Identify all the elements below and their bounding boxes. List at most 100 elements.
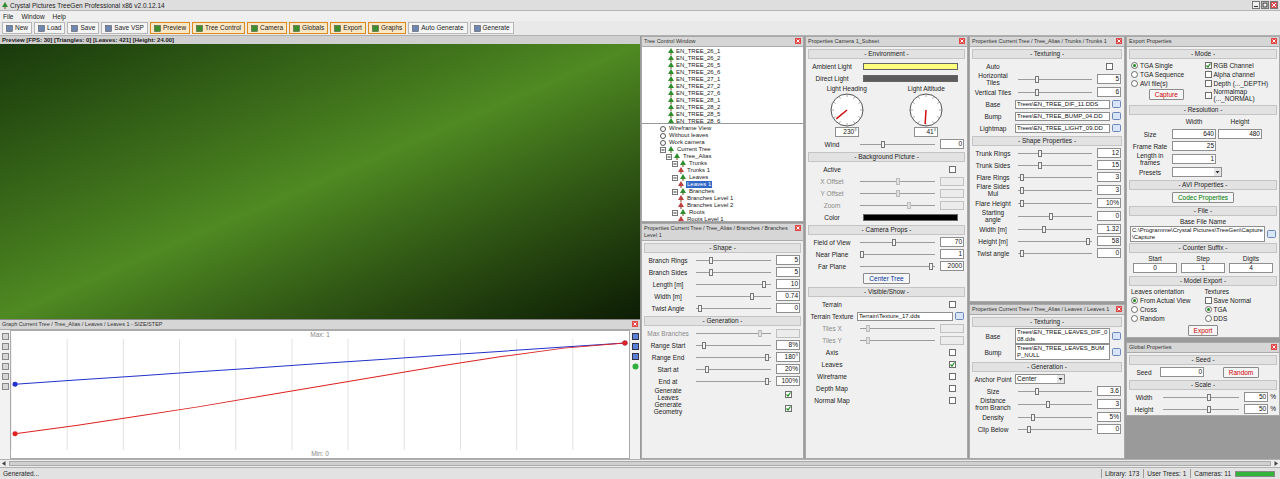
value-field[interactable]: 640	[1172, 129, 1216, 139]
toolbar-button[interactable]: Generate	[470, 22, 514, 34]
slider[interactable]	[1018, 400, 1092, 409]
scene-item[interactable]: Trunks	[660, 160, 803, 167]
browse-icon[interactable]	[1112, 332, 1121, 340]
slider[interactable]	[1018, 75, 1092, 84]
expander-icon[interactable]	[672, 210, 678, 216]
library-item[interactable]: EN_TREE_26_5	[668, 62, 803, 69]
value-field[interactable]: 3	[1097, 185, 1121, 195]
toolbar-button[interactable]: New	[2, 22, 32, 34]
dropdown[interactable]	[1172, 167, 1222, 177]
toolbar-button[interactable]: Graphs	[368, 22, 406, 34]
graph-tool-icon[interactable]	[632, 333, 639, 340]
close-icon[interactable]	[632, 321, 638, 327]
radio-button[interactable]	[1131, 306, 1138, 313]
scene-item[interactable]: Tree_Alias	[660, 153, 803, 160]
toolbar-button[interactable]: Tree Control	[192, 22, 245, 34]
color-swatch[interactable]	[863, 75, 958, 82]
curve-chart[interactable]	[11, 339, 629, 450]
checkbox[interactable]	[1205, 80, 1212, 87]
slider[interactable]	[1018, 173, 1092, 182]
value-field[interactable]: 70	[940, 237, 964, 247]
checkbox[interactable]	[785, 391, 792, 398]
slider[interactable]	[1018, 212, 1092, 221]
file-field[interactable]: Trees\EN_TREE_LIGHT_09.DD	[1015, 124, 1110, 133]
slider[interactable]	[860, 250, 935, 259]
radio-button[interactable]	[1131, 297, 1138, 304]
toolbar-button[interactable]: Preview	[150, 22, 190, 34]
push-button[interactable]: Capture	[1149, 89, 1184, 100]
checkbox[interactable]	[949, 349, 956, 356]
series-point[interactable]	[622, 340, 627, 345]
file-field[interactable]: Trees\EN_TREE_BUMP_04.DD	[1015, 112, 1110, 121]
slider[interactable]	[1018, 161, 1092, 170]
checkbox[interactable]	[785, 405, 792, 412]
scene-item[interactable]: Wireframe View	[660, 125, 803, 132]
scene-item[interactable]: Branches	[660, 188, 803, 195]
close-icon[interactable]	[959, 38, 965, 44]
checkbox[interactable]	[949, 397, 956, 404]
value-field[interactable]: 5	[776, 267, 800, 277]
slider[interactable]	[860, 336, 935, 345]
value-field[interactable]: 0	[776, 303, 800, 313]
file-field[interactable]: Trees\EN_TREE_DIF_11.DDS	[1015, 100, 1110, 109]
toolbar-button[interactable]: Camera	[247, 22, 287, 34]
slider[interactable]	[696, 329, 771, 338]
value-field[interactable]: 1	[940, 249, 964, 259]
browse-icon[interactable]	[1112, 112, 1121, 120]
slider[interactable]	[696, 304, 771, 313]
value-field[interactable]: 0	[1160, 367, 1204, 377]
push-button[interactable]: Export	[1188, 325, 1219, 336]
radio-button[interactable]	[1131, 80, 1138, 87]
series-point[interactable]	[622, 340, 627, 345]
slider[interactable]	[1018, 425, 1092, 434]
checkbox[interactable]	[1205, 71, 1212, 78]
slider[interactable]	[1163, 393, 1239, 402]
library-item[interactable]: EN_TREE_26_1	[668, 48, 803, 55]
toolbar-button[interactable]: Save	[67, 22, 99, 34]
slider[interactable]	[860, 189, 935, 198]
slider[interactable]	[696, 280, 771, 289]
checkbox[interactable]	[1205, 62, 1212, 69]
toolbar-button[interactable]: Save VSP	[101, 22, 148, 34]
value-field[interactable]	[940, 324, 964, 333]
value-field[interactable]: 1.32	[1097, 224, 1121, 234]
value-field[interactable]	[776, 329, 800, 338]
close-icon[interactable]	[1116, 38, 1122, 44]
value-field[interactable]: 3	[1097, 399, 1121, 409]
push-button[interactable]: Center Tree	[863, 273, 909, 284]
dropdown[interactable]: Center	[1015, 374, 1065, 384]
slider[interactable]	[860, 201, 935, 210]
color-swatch[interactable]	[863, 214, 958, 221]
value-field[interactable]: 6	[1097, 87, 1121, 97]
value-field[interactable]: 1	[1172, 154, 1216, 164]
value-field[interactable]: 0	[1097, 424, 1121, 434]
scroll-right-icon[interactable]	[1272, 460, 1280, 467]
menu-item[interactable]: Help	[53, 12, 66, 21]
checkbox[interactable]	[949, 166, 956, 173]
close-icon[interactable]	[1116, 306, 1122, 312]
slider[interactable]	[1018, 225, 1092, 234]
close-icon[interactable]	[1271, 38, 1277, 44]
library-item[interactable]: EN_TREE_28_5	[668, 111, 803, 118]
scroll-left-icon[interactable]	[0, 460, 8, 467]
value-field[interactable]: 25	[1172, 141, 1216, 151]
checkbox[interactable]	[949, 385, 956, 392]
file-field[interactable]: Trees\EN_TREE_LEAVES_BUMP_NULL	[1015, 344, 1110, 360]
value-field[interactable]	[940, 189, 964, 198]
slider[interactable]	[860, 262, 935, 271]
checkbox[interactable]	[949, 361, 956, 368]
graph-tool-icon[interactable]	[2, 343, 9, 350]
slider[interactable]	[1163, 405, 1239, 414]
expander-icon[interactable]	[672, 189, 678, 195]
expander-icon[interactable]	[672, 175, 678, 181]
value-field[interactable]: 2000	[940, 261, 964, 271]
value-field[interactable]: 230°	[835, 127, 859, 137]
scene-item[interactable]: Roots	[660, 209, 803, 216]
toolbar-button[interactable]: Globals	[289, 22, 328, 34]
slider[interactable]	[1018, 413, 1092, 422]
value-field[interactable]	[940, 336, 964, 345]
value-field[interactable]: 10	[776, 279, 800, 289]
graph-tool-icon[interactable]	[2, 363, 9, 370]
slider[interactable]	[1018, 249, 1092, 258]
value-field[interactable]: 4	[1229, 263, 1273, 273]
